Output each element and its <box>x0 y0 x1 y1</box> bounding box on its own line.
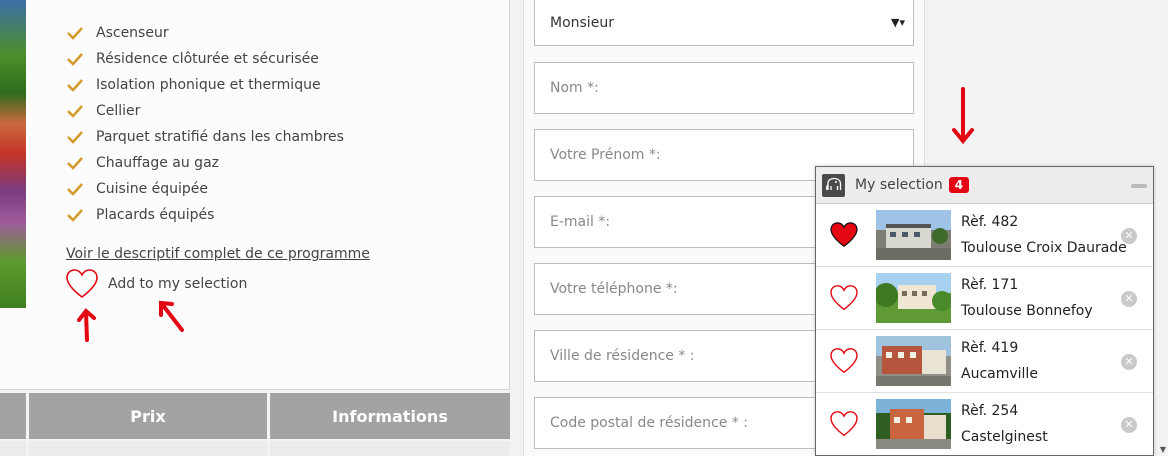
chevron-down-icon: ▼▾ <box>891 16 905 29</box>
heart-icon[interactable] <box>830 285 858 311</box>
feature-label: Cellier <box>96 103 141 119</box>
feature-item: Cuisine équipée <box>66 176 344 202</box>
feature-item: Cellier <box>66 98 344 124</box>
feature-item: Chauffage au gaz <box>66 150 344 176</box>
add-to-selection-button[interactable]: Add to my selection <box>66 268 247 300</box>
feature-label: Chauffage au gaz <box>96 155 219 171</box>
check-icon <box>67 183 83 196</box>
heart-icon[interactable] <box>830 411 858 437</box>
property-thumbnail[interactable] <box>876 210 951 260</box>
feature-item: Résidence clôturée et sécurisée <box>66 46 344 72</box>
feature-label: Résidence clôturée et sécurisée <box>96 51 319 67</box>
close-icon[interactable]: ✕ <box>1121 354 1137 370</box>
property-city: Aucamville <box>961 366 1038 382</box>
check-icon <box>67 105 83 118</box>
annotation-arrow-up <box>77 308 96 342</box>
email-placeholder: E-mail *: <box>550 214 611 230</box>
my-selection-header[interactable]: My selection 4 <box>816 167 1153 204</box>
feature-label: Ascenseur <box>96 25 169 41</box>
features-list: Ascenseur Résidence clôturée et sécurisé… <box>66 20 344 228</box>
my-selection-panel: My selection 4 Rèf. 482 Toulouse Croix D… <box>815 166 1154 456</box>
feature-item: Placards équipés <box>66 202 344 228</box>
check-icon <box>67 27 83 40</box>
heart-filled-icon[interactable] <box>830 222 858 248</box>
property-thumbnail[interactable] <box>876 273 951 323</box>
feature-item: Ascenseur <box>66 20 344 46</box>
annotation-arrow-diagonal <box>159 300 184 332</box>
selection-item[interactable]: Rèf. 171 Toulouse Bonnefoy ✕ <box>816 267 1153 330</box>
phone-placeholder: Votre téléphone *: <box>550 281 678 297</box>
property-ref: Rèf. 171 <box>961 277 1019 293</box>
check-icon <box>67 157 83 170</box>
table-cell <box>270 441 510 456</box>
full-description-link[interactable]: Voir le descriptif complet de ce program… <box>66 246 370 262</box>
civility-select[interactable]: Monsieur ▼▾ <box>534 0 914 46</box>
selection-count-badge: 4 <box>948 177 970 193</box>
feature-item: Parquet stratifié dans les chambres <box>66 124 344 150</box>
firstname-placeholder: Votre Prénom *: <box>550 147 661 163</box>
property-thumbnail[interactable] <box>876 336 951 386</box>
minimize-icon[interactable] <box>1131 184 1147 188</box>
selection-item[interactable]: Rèf. 254 Castelginest ✕ <box>816 393 1153 456</box>
civility-value: Monsieur <box>550 14 614 31</box>
add-to-selection-label: Add to my selection <box>108 276 248 292</box>
property-thumbnail[interactable] <box>876 399 951 449</box>
heart-icon[interactable] <box>830 348 858 374</box>
property-city: Castelginest <box>961 429 1048 445</box>
check-icon <box>67 53 83 66</box>
check-icon <box>67 131 83 144</box>
table-header-cell <box>0 393 26 439</box>
elephant-icon <box>822 173 845 197</box>
table-cell <box>29 441 267 456</box>
feature-label: Parquet stratifié dans les chambres <box>96 129 344 145</box>
check-icon <box>67 209 83 222</box>
table-header-informations: Informations <box>270 393 510 439</box>
page-scrollbar[interactable]: ▼ <box>1156 0 1168 456</box>
check-icon <box>67 79 83 92</box>
my-selection-title: My selection <box>855 177 943 193</box>
feature-label: Placards équipés <box>96 207 215 223</box>
feature-item: Isolation phonique et thermique <box>66 72 344 98</box>
property-ref: Rèf. 419 <box>961 340 1019 356</box>
table-header-prix: Prix <box>29 393 267 439</box>
property-ref: Rèf. 254 <box>961 403 1019 419</box>
property-ref: Rèf. 482 <box>961 214 1019 230</box>
city-placeholder: Ville de résidence * : <box>550 348 695 364</box>
property-city: Toulouse Bonnefoy <box>961 303 1093 319</box>
table-cell <box>0 441 26 456</box>
name-field[interactable]: Nom *: <box>534 62 914 114</box>
scroll-down-icon[interactable]: ▼ <box>1160 445 1166 454</box>
close-icon[interactable]: ✕ <box>1121 291 1137 307</box>
feature-label: Cuisine équipée <box>96 181 209 197</box>
annotation-arrow-down <box>952 87 974 145</box>
selection-item[interactable]: Rèf. 482 Toulouse Croix Daurade ✕ <box>816 204 1153 267</box>
feature-label: Isolation phonique et thermique <box>96 77 321 93</box>
close-icon[interactable]: ✕ <box>1121 228 1137 244</box>
property-city: Toulouse Croix Daurade <box>961 240 1127 256</box>
program-photo <box>0 0 26 308</box>
name-placeholder: Nom *: <box>550 80 599 96</box>
heart-icon <box>66 269 98 299</box>
selection-item[interactable]: Rèf. 419 Aucamville ✕ <box>816 330 1153 393</box>
postal-code-placeholder: Code postal de résidence * : <box>550 415 748 431</box>
close-icon[interactable]: ✕ <box>1121 417 1137 433</box>
